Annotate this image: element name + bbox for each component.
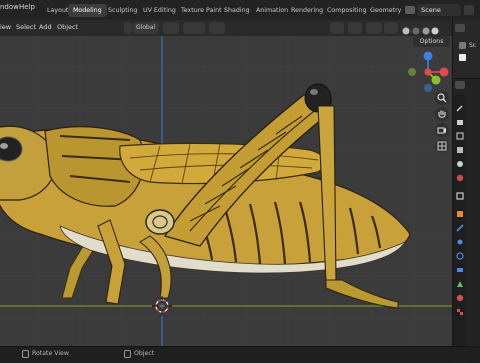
top-bar: ndow Help Layout Modeling Sculpting UV E… xyxy=(0,0,480,21)
tab-geometry-nodes[interactable]: Geometry N xyxy=(365,4,404,17)
scene-collection-icon xyxy=(459,42,466,49)
3d-viewport[interactable]: Options xyxy=(0,36,452,346)
mouse-right-icon xyxy=(124,350,131,358)
status-bar: Rotate View Object xyxy=(0,346,480,361)
menu-add[interactable]: Add xyxy=(39,23,52,31)
proportional-editing-icon[interactable] xyxy=(209,22,225,34)
tab-shading[interactable]: Shading xyxy=(219,4,255,17)
data-icon[interactable] xyxy=(455,279,465,289)
overlays-icon[interactable] xyxy=(366,22,382,34)
transform-orientation-dropdown[interactable]: Global xyxy=(133,22,159,34)
particles-icon[interactable] xyxy=(455,237,465,247)
mouse-middle-icon xyxy=(22,350,29,358)
outliner-panel[interactable]: Sc xyxy=(452,20,480,78)
new-scene-icon[interactable] xyxy=(464,5,474,15)
xray-icon[interactable] xyxy=(384,22,398,34)
collection-icon xyxy=(459,54,466,61)
options-dropdown[interactable]: Options xyxy=(413,36,450,47)
outliner-scene-label[interactable]: Sc xyxy=(469,42,476,49)
viewport-header: iew Select Add Object Global xyxy=(0,20,452,36)
grasshopper-model xyxy=(0,83,411,309)
scene-icon[interactable] xyxy=(455,159,465,169)
camera-icon[interactable] xyxy=(435,123,449,137)
menu-object[interactable]: Object xyxy=(57,23,78,31)
menu-help[interactable]: Help xyxy=(19,3,35,11)
tab-modeling[interactable]: Modeling xyxy=(68,4,107,17)
view-layer-icon[interactable] xyxy=(455,145,465,155)
menu-window[interactable]: ndow xyxy=(0,3,19,11)
shading-mode-group[interactable] xyxy=(400,22,440,35)
render-icon[interactable] xyxy=(455,117,465,127)
properties-editor-type-icon[interactable] xyxy=(455,81,465,89)
zoom-icon[interactable] xyxy=(435,91,449,105)
status-object: Object xyxy=(134,350,155,357)
texture-icon[interactable] xyxy=(455,307,465,317)
scene-selector-icon[interactable] xyxy=(405,6,415,14)
tool-icon[interactable] xyxy=(455,103,465,113)
menu-select[interactable]: Select xyxy=(16,23,36,31)
status-rotate-view: Rotate View xyxy=(32,350,69,357)
snap-icon[interactable] xyxy=(183,22,205,34)
world-icon[interactable] xyxy=(455,173,465,183)
menu-view[interactable]: iew xyxy=(0,23,11,31)
outliner-editor-type-icon[interactable] xyxy=(455,24,465,32)
properties-panel[interactable] xyxy=(452,78,480,363)
object-icon[interactable] xyxy=(455,209,465,219)
grid-icon[interactable] xyxy=(435,139,449,153)
output-icon[interactable] xyxy=(455,131,465,141)
material-icon[interactable] xyxy=(455,293,465,303)
properties-tabs xyxy=(453,95,467,363)
constraints-icon[interactable] xyxy=(455,265,465,275)
modifier-icon[interactable] xyxy=(455,223,465,233)
viewport-canvas xyxy=(0,36,452,346)
gizmo-toggle-icon[interactable] xyxy=(348,22,362,34)
hand-icon[interactable] xyxy=(435,107,449,121)
transform-orientation-icon[interactable] xyxy=(124,22,132,34)
scene-name-field[interactable]: Scene xyxy=(417,4,461,16)
tab-sculpting[interactable]: Sculpting xyxy=(103,4,142,17)
tab-uv-editing[interactable]: UV Editing xyxy=(138,4,181,17)
collection-props-icon[interactable] xyxy=(455,191,465,201)
physics-icon[interactable] xyxy=(455,251,465,261)
pivot-point-icon[interactable] xyxy=(163,22,179,34)
visibility-icon[interactable] xyxy=(330,22,344,34)
navigation-gizmo[interactable] xyxy=(406,50,450,94)
